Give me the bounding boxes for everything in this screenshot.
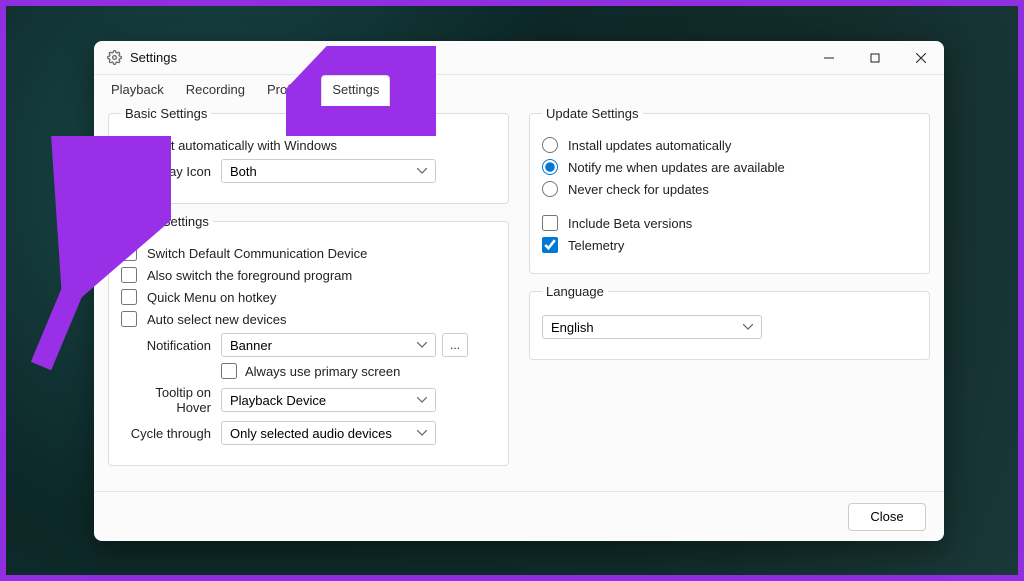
also-fg-label[interactable]: Also switch the foreground program <box>147 268 352 283</box>
systray-select[interactable]: Both <box>221 159 436 183</box>
tooltip-select[interactable]: Playback Device <box>221 388 436 412</box>
titlebar: Settings <box>94 41 944 75</box>
notification-more-button[interactable]: ... <box>442 333 468 357</box>
also-fg-checkbox[interactable] <box>121 267 137 283</box>
minimize-button[interactable] <box>806 41 852 75</box>
update-never-label[interactable]: Never check for updates <box>568 182 709 197</box>
close-window-button[interactable] <box>898 41 944 75</box>
switch-comm-checkbox[interactable] <box>121 245 137 261</box>
maximize-button[interactable] <box>852 41 898 75</box>
telemetry-checkbox[interactable] <box>542 237 558 253</box>
tab-settings[interactable]: Settings <box>321 75 390 106</box>
audio-settings-legend: Audio Settings <box>121 214 213 229</box>
tab-playback[interactable]: Playback <box>100 75 175 106</box>
update-never-radio[interactable] <box>542 181 558 197</box>
tooltip-label: Tooltip on Hover <box>121 385 221 415</box>
include-beta-checkbox[interactable] <box>542 215 558 231</box>
basic-settings-group: Basic Settings Start automatically with … <box>108 106 509 204</box>
switch-comm-label[interactable]: Switch Default Communication Device <box>147 246 367 261</box>
update-notify-radio[interactable] <box>542 159 558 175</box>
always-primary-checkbox[interactable] <box>221 363 237 379</box>
include-beta-label[interactable]: Include Beta versions <box>568 216 692 231</box>
quick-menu-label[interactable]: Quick Menu on hotkey <box>147 290 276 305</box>
language-select[interactable]: English <box>542 315 762 339</box>
start-auto-label[interactable]: Start automatically with Windows <box>147 138 337 153</box>
update-install-label[interactable]: Install updates automatically <box>568 138 731 153</box>
tab-profiles[interactable]: Profiles <box>256 75 321 106</box>
dialog-footer: Close <box>94 491 944 541</box>
auto-select-label[interactable]: Auto select new devices <box>147 312 286 327</box>
update-settings-group: Update Settings Install updates automati… <box>529 106 930 274</box>
settings-window: Settings Playback Recording Profiles Set… <box>94 41 944 541</box>
notification-label: Notification <box>121 338 221 353</box>
cycle-label: Cycle through <box>121 426 221 441</box>
language-legend: Language <box>542 284 608 299</box>
content-area: Basic Settings Start automatically with … <box>94 106 944 491</box>
telemetry-label[interactable]: Telemetry <box>568 238 624 253</box>
auto-select-checkbox[interactable] <box>121 311 137 327</box>
update-notify-label[interactable]: Notify me when updates are available <box>568 160 785 175</box>
audio-settings-group: Audio Settings Switch Default Communicat… <box>108 214 509 466</box>
start-auto-checkbox[interactable] <box>121 137 137 153</box>
tab-recording[interactable]: Recording <box>175 75 256 106</box>
tab-bar: Playback Recording Profiles Settings <box>94 75 944 106</box>
systray-label: Systray Icon <box>121 164 221 179</box>
gear-icon <box>106 50 122 66</box>
close-button[interactable]: Close <box>848 503 926 531</box>
basic-settings-legend: Basic Settings <box>121 106 211 121</box>
window-title: Settings <box>130 50 177 65</box>
language-group: Language English <box>529 284 930 360</box>
cycle-select[interactable]: Only selected audio devices <box>221 421 436 445</box>
notification-select[interactable]: Banner <box>221 333 436 357</box>
update-settings-legend: Update Settings <box>542 106 643 121</box>
quick-menu-checkbox[interactable] <box>121 289 137 305</box>
update-install-radio[interactable] <box>542 137 558 153</box>
always-primary-label[interactable]: Always use primary screen <box>245 364 400 379</box>
